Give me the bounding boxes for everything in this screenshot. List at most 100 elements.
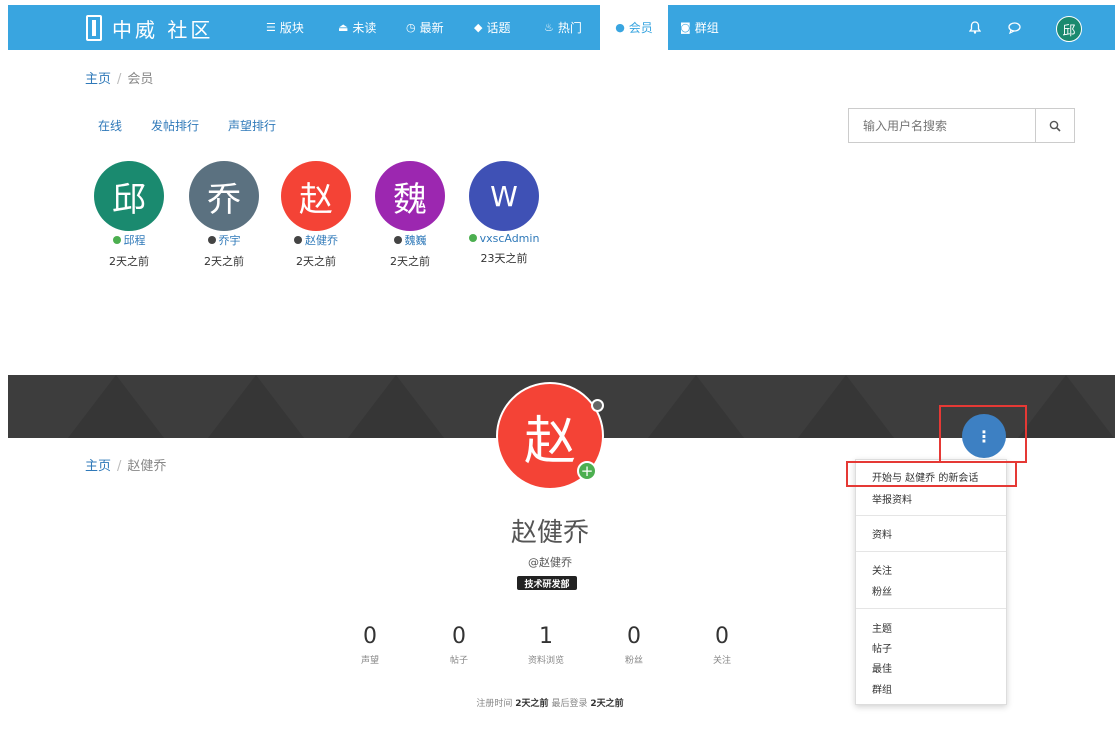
menu-item-groups[interactable]: 群组 [872, 681, 892, 696]
member-last-seen: 2天之前 [109, 255, 149, 268]
tag-icon: ◆ [474, 21, 483, 34]
avatar[interactable]: 魏 [375, 161, 445, 231]
offline-status-dot [393, 236, 402, 244]
stat-following: 0 关注 [692, 624, 752, 666]
search-button[interactable] [1035, 109, 1074, 142]
logo-text: 中威 社区 [112, 17, 214, 42]
stat-value: 0 [715, 624, 729, 649]
menu-divider [856, 608, 1006, 609]
profile-status-dot [591, 399, 604, 412]
stat-label: 资料浏览 [527, 656, 564, 666]
stat-value: 0 [452, 624, 466, 649]
filter-reputation-rank-link[interactable]: 声望排行 [228, 117, 276, 134]
profile-actions-dropdown: 开始与 赵健乔 的新会话 举报资料 资料 关注 粉丝 主题 帖子 最佳 群组 [855, 459, 1007, 705]
nav-item-tags[interactable]: ◆ 话题 [474, 5, 510, 50]
menu-item-report-profile[interactable]: 举报资料 [872, 491, 912, 506]
registration-info: 注册时间 2天之前 最后登录 2天之前 [476, 699, 624, 709]
avatar[interactable]: W [469, 161, 539, 231]
stat-value: 0 [627, 624, 641, 649]
stat-label: 声望 [360, 656, 379, 666]
stat-posts: 0 帖子 [429, 624, 489, 666]
breadcrumb-home-link[interactable]: 主页 [85, 72, 111, 87]
menu-item-following[interactable]: 关注 [872, 562, 892, 577]
nav-item-label: 会员 [628, 21, 653, 35]
breadcrumb-current: 会员 [127, 72, 154, 87]
breadcrumb-separator: / [117, 72, 122, 87]
menu-item-best[interactable]: 最佳 [872, 660, 892, 675]
member-last-seen: 23天之前 [480, 252, 528, 265]
member-name-link[interactable]: vxscAdmin [454, 232, 554, 245]
member-name-link[interactable]: 魏巍 [360, 232, 460, 248]
search-icon [1049, 120, 1061, 132]
stat-profile-views: 1 资料浏览 [516, 624, 576, 666]
menu-item-new-chat[interactable]: 开始与 赵健乔 的新会话 [872, 469, 978, 484]
profile-handle: @赵健乔 [528, 556, 572, 569]
user-avatar-menu[interactable]: 邱 [1056, 16, 1082, 42]
menu-divider [856, 515, 1006, 516]
group-badge[interactable]: 技术研发部 [517, 576, 577, 590]
member-name-link[interactable]: 乔宇 [174, 232, 274, 248]
change-avatar-button[interactable]: + [577, 461, 597, 481]
user-search [848, 108, 1075, 143]
more-vertical-icon: ⋮ [976, 426, 992, 446]
nav-item-label: 未读 [352, 21, 377, 35]
avatar[interactable]: 赵 [281, 161, 351, 231]
member-card[interactable]: 邱 邱程 2天之前 [79, 161, 179, 269]
avatar[interactable]: 邱 [94, 161, 164, 231]
breadcrumb-home-link[interactable]: 主页 [85, 459, 111, 474]
list-icon: ☰ [266, 21, 276, 34]
inbox-icon: ⏏ [338, 21, 349, 34]
menu-item-topics[interactable]: 主题 [872, 620, 892, 635]
member-name-link[interactable]: 邱程 [79, 232, 179, 248]
nav-item-groups[interactable]: ◙ 群组 [680, 5, 719, 50]
filter-online-link[interactable]: 在线 [98, 117, 122, 134]
breadcrumb: 主页 / 会员 [85, 68, 153, 87]
nav-item-recent[interactable]: ◷ 最新 [406, 5, 444, 50]
filter-post-rank-link[interactable]: 发帖排行 [151, 117, 199, 134]
stat-value: 1 [539, 624, 553, 649]
breadcrumb-current: 赵健乔 [127, 459, 167, 474]
nav-item-users[interactable]: ● 会员 [600, 5, 668, 50]
nav-item-popular[interactable]: ♨ 热门 [544, 5, 582, 50]
nav-item-forums[interactable]: ☰ 版块 [266, 5, 304, 50]
chats-button[interactable] [1008, 5, 1021, 50]
member-last-seen: 2天之前 [390, 255, 430, 268]
user-icon: ● [615, 21, 625, 34]
member-last-seen: 2天之前 [296, 255, 336, 268]
menu-item-followers[interactable]: 粉丝 [872, 583, 892, 598]
notifications-button[interactable] [969, 5, 981, 50]
site-logo[interactable]: 中威 社区 [86, 13, 213, 43]
menu-item-profile[interactable]: 资料 [872, 526, 892, 541]
chat-icon [1008, 21, 1021, 34]
stat-reputation: 0 声望 [340, 624, 400, 666]
user-search-input[interactable] [849, 109, 1035, 142]
member-card[interactable]: 乔 乔宇 2天之前 [174, 161, 274, 269]
member-name-link[interactable]: 赵健乔 [266, 232, 366, 248]
group-icon: ◙ [680, 21, 691, 34]
bell-icon [969, 21, 981, 34]
breadcrumb-separator: / [117, 459, 122, 474]
profile-menu-button[interactable]: ⋮ [962, 414, 1006, 458]
member-card[interactable]: W vxscAdmin 23天之前 [454, 161, 554, 266]
nav-item-label: 版块 [279, 21, 304, 35]
menu-divider [856, 551, 1006, 552]
nav-item-unread[interactable]: ⏏ 未读 [338, 5, 376, 50]
top-navbar: 中威 社区 ☰ 版块 ⏏ 未读 ◷ 最新 ◆ 话题 ♨ 热门 ● 会员 ◙ 群组 [8, 5, 1115, 50]
fire-icon: ♨ [544, 21, 554, 34]
avatar[interactable]: 乔 [189, 161, 259, 231]
profile-name: 赵健乔 [510, 518, 589, 548]
logo-icon [86, 15, 102, 41]
profile-breadcrumb: 主页 / 赵健乔 [85, 455, 166, 474]
menu-item-posts[interactable]: 帖子 [872, 640, 892, 655]
member-card[interactable]: 魏 魏巍 2天之前 [360, 161, 460, 269]
nav-item-label: 最新 [419, 21, 444, 35]
nav-item-label: 热门 [557, 21, 582, 35]
stat-label: 粉丝 [624, 656, 643, 666]
stat-value: 0 [363, 624, 377, 649]
stat-label: 关注 [712, 656, 731, 666]
member-last-seen: 2天之前 [204, 255, 244, 268]
member-card[interactable]: 赵 赵健乔 2天之前 [266, 161, 366, 269]
online-status-dot [112, 236, 121, 244]
offline-status-dot [294, 236, 302, 244]
online-status-dot [468, 234, 477, 242]
